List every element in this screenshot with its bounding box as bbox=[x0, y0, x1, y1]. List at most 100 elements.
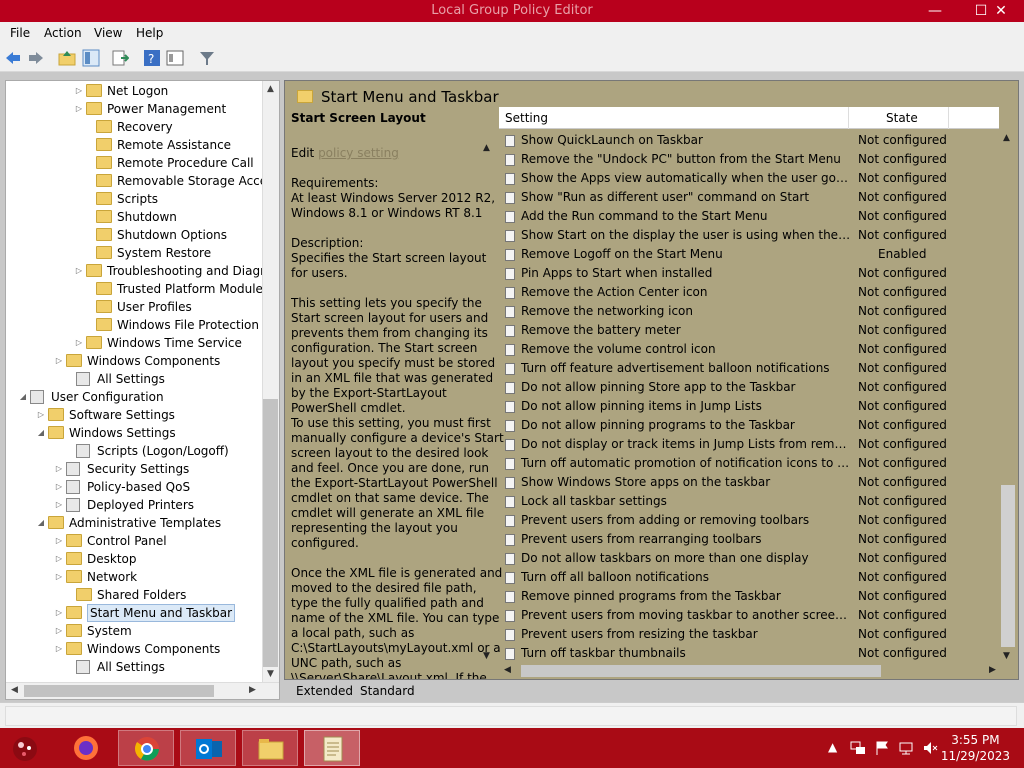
setting-row[interactable]: Do not allow taskbars on more than one d… bbox=[499, 549, 1002, 568]
tree-item[interactable]: ▷ Policy-based QoS bbox=[6, 478, 261, 496]
tree-item[interactable]: Scripts (Logon/Logoff) bbox=[6, 442, 261, 460]
setting-row[interactable]: Remove pinned programs from the Taskbar N… bbox=[499, 587, 1002, 606]
setting-row[interactable]: Turn off automatic promotion of notifica… bbox=[499, 454, 1002, 473]
tree-item[interactable]: ▷ Control Panel bbox=[6, 532, 261, 550]
tree-item[interactable]: Remote Procedure Call bbox=[6, 154, 261, 172]
column-setting[interactable]: Setting bbox=[505, 111, 548, 125]
chrome-taskbar-button[interactable] bbox=[118, 730, 174, 766]
column-state[interactable]: State bbox=[886, 111, 918, 125]
list-hscroll-thumb[interactable] bbox=[521, 665, 881, 677]
menu-file[interactable]: File bbox=[10, 26, 30, 40]
tree-item[interactable]: ▷ Net Logon bbox=[6, 82, 261, 100]
expand-arrow-icon[interactable]: ▷ bbox=[54, 496, 64, 514]
setting-row[interactable]: Turn off all balloon notifications Not co… bbox=[499, 568, 1002, 587]
setting-row[interactable]: Remove the networking icon Not configured bbox=[499, 302, 1002, 321]
tree-hscroll-thumb[interactable] bbox=[24, 685, 214, 697]
menu-view[interactable]: View bbox=[94, 26, 122, 40]
tree-item[interactable]: ▷ Troubleshooting and Diagnos bbox=[6, 262, 279, 280]
close-button[interactable]: ✕ bbox=[978, 0, 1024, 22]
setting-row[interactable]: Prevent users from resizing the taskbar N… bbox=[499, 625, 1002, 644]
expand-arrow-icon[interactable]: ▷ bbox=[54, 550, 64, 568]
tree-item[interactable]: ▷ Deployed Printers bbox=[6, 496, 261, 514]
setting-row[interactable]: Remove the volume control icon Not config… bbox=[499, 340, 1002, 359]
start-orb-icon[interactable] bbox=[8, 732, 42, 764]
edit-policy-link[interactable]: policy setting bbox=[318, 146, 399, 160]
policy-editor-taskbar-button[interactable] bbox=[304, 730, 360, 766]
tree-scroll-thumb[interactable] bbox=[263, 399, 278, 667]
network-status-icon[interactable] bbox=[898, 740, 914, 756]
minimize-button[interactable]: — bbox=[912, 0, 958, 22]
expand-arrow-icon[interactable]: ▷ bbox=[74, 262, 84, 280]
tree-item[interactable]: Shutdown Options bbox=[6, 226, 261, 244]
tree-item[interactable]: ▷ Network bbox=[6, 568, 261, 586]
filter-icon[interactable] bbox=[198, 49, 216, 67]
tree-item[interactable]: Shutdown bbox=[6, 208, 261, 226]
tab-standard[interactable]: Standard bbox=[360, 684, 415, 698]
file-explorer-taskbar-button[interactable] bbox=[242, 730, 298, 766]
setting-row[interactable]: Show Start on the display the user is us… bbox=[499, 226, 1002, 245]
firefox-taskbar-button[interactable] bbox=[58, 730, 114, 766]
tab-extended[interactable]: Extended bbox=[296, 684, 353, 698]
menu-help[interactable]: Help bbox=[136, 26, 163, 40]
expand-arrow-icon[interactable]: ▷ bbox=[74, 100, 84, 118]
tree-horizontal-scrollbar[interactable]: ◀ ▶ bbox=[6, 682, 279, 699]
setting-row[interactable]: Show "Run as different user" command on … bbox=[499, 188, 1002, 207]
setting-row[interactable]: Remove the battery meter Not configured bbox=[499, 321, 1002, 340]
expand-arrow-icon[interactable]: ▷ bbox=[74, 82, 84, 100]
expand-arrow-icon[interactable]: ▷ bbox=[54, 640, 64, 658]
tree-item[interactable]: ▷ Start Menu and Taskbar bbox=[6, 604, 261, 622]
tree-item[interactable]: Trusted Platform Module Serv bbox=[6, 280, 279, 298]
tree-item[interactable]: ▷ Windows Components bbox=[6, 640, 261, 658]
collapse-arrow-icon[interactable]: ◢ bbox=[36, 424, 46, 442]
tree-item[interactable]: ◢ Windows Settings bbox=[6, 424, 261, 442]
collapse-arrow-icon[interactable]: ◢ bbox=[36, 514, 46, 532]
tree-item[interactable]: ▷ Security Settings bbox=[6, 460, 261, 478]
tree-item[interactable]: ▷ Power Management bbox=[6, 100, 261, 118]
setting-row[interactable]: Show QuickLaunch on Taskbar Not configure… bbox=[499, 131, 1002, 150]
help-icon[interactable]: ? bbox=[143, 49, 161, 67]
tree-item[interactable]: ▷ Desktop bbox=[6, 550, 261, 568]
tree-item[interactable]: ▷ Windows Components bbox=[6, 352, 261, 370]
console-tree[interactable]: ▷ Net Logon ▷ Power Management Recovery Remot… bbox=[5, 80, 280, 700]
tree-item[interactable]: User Profiles bbox=[6, 298, 261, 316]
setting-row[interactable]: Prevent users from rearranging toolbars N… bbox=[499, 530, 1002, 549]
tree-item[interactable]: ◢ User Configuration bbox=[6, 388, 261, 406]
properties-icon[interactable] bbox=[166, 49, 184, 67]
expand-arrow-icon[interactable]: ▷ bbox=[54, 622, 64, 640]
tree-item[interactable]: Windows File Protection bbox=[6, 316, 261, 334]
setting-row[interactable]: Turn off feature advertisement balloon n… bbox=[499, 359, 1002, 378]
show-hidden-icons-icon[interactable]: ▲ bbox=[828, 740, 837, 754]
setting-row[interactable]: Prevent users from adding or removing to… bbox=[499, 511, 1002, 530]
expand-arrow-icon[interactable]: ▷ bbox=[54, 604, 64, 622]
setting-row[interactable]: Do not allow pinning items in Jump Lists… bbox=[499, 397, 1002, 416]
tree-item[interactable]: ◢ Administrative Templates bbox=[6, 514, 261, 532]
list-vertical-scrollbar[interactable]: ▲ ▼ bbox=[999, 107, 1016, 663]
expand-arrow-icon[interactable]: ▷ bbox=[74, 334, 84, 352]
setting-row[interactable]: Remove the "Undock PC" button from the S… bbox=[499, 150, 1002, 169]
network-connections-icon[interactable] bbox=[850, 740, 866, 756]
list-scroll-thumb[interactable] bbox=[1001, 485, 1015, 647]
collapse-arrow-icon[interactable]: ◢ bbox=[18, 388, 28, 406]
setting-row[interactable]: Do not display or track items in Jump Li… bbox=[499, 435, 1002, 454]
setting-row[interactable]: Do not allow pinning programs to the Tas… bbox=[499, 416, 1002, 435]
setting-row[interactable]: Remove the Action Center icon Not configu… bbox=[499, 283, 1002, 302]
settings-list[interactable]: Setting State Show QuickLaunch on Taskba… bbox=[499, 107, 1016, 679]
outlook-taskbar-button[interactable] bbox=[180, 730, 236, 766]
setting-row[interactable]: Prevent users from moving taskbar to ano… bbox=[499, 606, 1002, 625]
tree-item[interactable]: Shared Folders bbox=[6, 586, 261, 604]
setting-row[interactable]: Pin Apps to Start when installed Not conf… bbox=[499, 264, 1002, 283]
forward-arrow-icon[interactable] bbox=[27, 49, 45, 67]
tree-vertical-scrollbar[interactable]: ▲ ▼ bbox=[262, 81, 279, 683]
export-list-icon[interactable] bbox=[111, 49, 129, 67]
clock[interactable]: 3:55 PM 11/29/2023 bbox=[941, 732, 1010, 764]
list-horizontal-scrollbar[interactable]: ◀ ▶ bbox=[499, 663, 1002, 679]
tree-item[interactable]: Remote Assistance bbox=[6, 136, 261, 154]
menu-action[interactable]: Action bbox=[44, 26, 82, 40]
setting-row[interactable]: Do not allow pinning Store app to the Ta… bbox=[499, 378, 1002, 397]
tree-item[interactable]: Recovery bbox=[6, 118, 261, 136]
tree-item[interactable]: Scripts bbox=[6, 190, 261, 208]
show-hide-tree-icon[interactable] bbox=[82, 49, 100, 67]
setting-row[interactable]: Lock all taskbar settings Not configured bbox=[499, 492, 1002, 511]
back-arrow-icon[interactable] bbox=[4, 49, 22, 67]
tree-item[interactable]: System Restore bbox=[6, 244, 261, 262]
